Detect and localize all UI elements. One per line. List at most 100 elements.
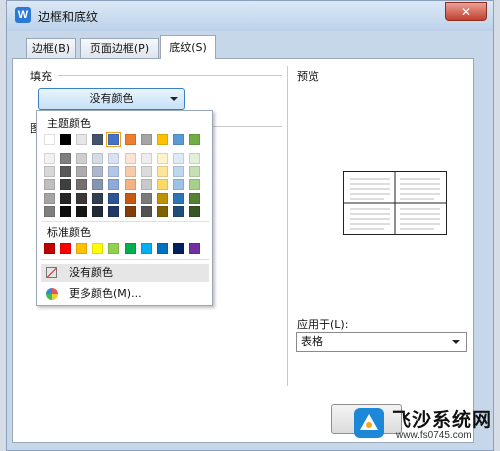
theme-shade-swatch[interactable] bbox=[60, 166, 72, 178]
theme-shade-swatch[interactable] bbox=[44, 166, 55, 178]
standard-color-swatch[interactable] bbox=[124, 243, 136, 254]
theme-shade-swatch[interactable] bbox=[172, 179, 184, 191]
more-colors-option[interactable]: 更多颜色(M)... bbox=[41, 285, 209, 303]
theme-shade-swatch[interactable] bbox=[76, 205, 88, 217]
theme-shade-swatch[interactable] bbox=[92, 179, 104, 191]
theme-shade-swatch[interactable] bbox=[44, 153, 55, 164]
theme-shade-swatch[interactable] bbox=[92, 166, 104, 178]
theme-shade-swatch[interactable] bbox=[140, 179, 152, 191]
dialog-title: 边框和底纹 bbox=[38, 10, 99, 24]
watermark-logo-icon bbox=[354, 408, 384, 438]
tab-borders[interactable]: 边框(B) bbox=[26, 38, 76, 59]
app-logo-icon: W bbox=[15, 7, 31, 23]
theme-shade-swatch[interactable] bbox=[172, 166, 184, 178]
theme-color-swatch[interactable] bbox=[188, 134, 200, 145]
theme-shade-swatch[interactable] bbox=[108, 166, 120, 178]
standard-colors-label: 标准颜色 bbox=[47, 226, 91, 239]
apply-to-value: 表格 bbox=[301, 335, 323, 348]
preview-label: 预览 bbox=[297, 70, 319, 83]
theme-shade-swatch[interactable] bbox=[44, 205, 55, 217]
theme-shade-swatch[interactable] bbox=[76, 192, 88, 204]
theme-shade-swatch[interactable] bbox=[108, 179, 120, 191]
color-wheel-icon bbox=[46, 288, 58, 300]
preview-table bbox=[343, 171, 447, 235]
tab-shading[interactable]: 底纹(S) bbox=[160, 35, 216, 59]
fill-color-dropdown[interactable]: 没有颜色 bbox=[38, 88, 185, 110]
theme-shade-swatch[interactable] bbox=[76, 166, 88, 178]
fill-divider bbox=[58, 75, 282, 76]
theme-shade-swatch[interactable] bbox=[172, 153, 184, 164]
theme-shade-swatch[interactable] bbox=[124, 192, 136, 204]
theme-shade-swatch[interactable] bbox=[60, 179, 72, 191]
theme-shade-swatch[interactable] bbox=[188, 153, 200, 164]
theme-shade-swatch[interactable] bbox=[60, 192, 72, 204]
tab-page-borders[interactable]: 页面边框(P) bbox=[80, 38, 159, 59]
theme-shade-swatch[interactable] bbox=[140, 166, 152, 178]
standard-color-swatch[interactable] bbox=[156, 243, 168, 254]
theme-color-swatch[interactable] bbox=[106, 132, 122, 147]
theme-shade-swatch[interactable] bbox=[108, 192, 120, 204]
theme-shade-swatch[interactable] bbox=[140, 205, 152, 217]
theme-color-swatch[interactable] bbox=[172, 134, 184, 145]
no-color-label: 没有颜色 bbox=[69, 266, 113, 279]
theme-color-swatch[interactable] bbox=[124, 134, 136, 145]
theme-color-swatch[interactable] bbox=[76, 134, 88, 145]
close-button[interactable]: ✕ bbox=[445, 2, 487, 21]
fill-dropdown-value: 没有颜色 bbox=[89, 92, 134, 105]
theme-shade-swatch[interactable] bbox=[92, 153, 104, 164]
theme-shade-swatch[interactable] bbox=[140, 153, 152, 164]
theme-shade-swatch[interactable] bbox=[188, 166, 200, 178]
theme-shade-swatch[interactable] bbox=[156, 153, 168, 164]
theme-shade-swatch[interactable] bbox=[172, 192, 184, 204]
standard-color-swatch[interactable] bbox=[60, 243, 72, 254]
apply-to-label: 应用于(L): bbox=[297, 318, 349, 331]
theme-shade-swatch[interactable] bbox=[108, 205, 120, 217]
vertical-divider bbox=[287, 66, 288, 386]
theme-shade-swatch[interactable] bbox=[188, 179, 200, 191]
theme-shade-swatch[interactable] bbox=[76, 179, 88, 191]
theme-color-swatch[interactable] bbox=[92, 134, 104, 145]
popup-divider bbox=[41, 221, 209, 222]
theme-shade-swatch[interactable] bbox=[140, 192, 152, 204]
pattern-divider bbox=[212, 126, 282, 127]
watermark: 飞沙系统网 www.fs0745.com bbox=[352, 402, 492, 448]
theme-shade-swatch[interactable] bbox=[92, 205, 104, 217]
theme-shade-swatch[interactable] bbox=[76, 153, 88, 164]
theme-shade-swatch[interactable] bbox=[172, 205, 184, 217]
theme-shade-swatch[interactable] bbox=[92, 192, 104, 204]
fill-section-label: 填充 bbox=[30, 70, 52, 83]
no-color-option[interactable]: 没有颜色 bbox=[41, 264, 209, 282]
theme-shade-swatch[interactable] bbox=[156, 205, 168, 217]
theme-shade-swatch[interactable] bbox=[188, 192, 200, 204]
watermark-url: www.fs0745.com bbox=[396, 430, 472, 441]
theme-shade-swatch[interactable] bbox=[108, 153, 120, 164]
theme-color-swatch[interactable] bbox=[60, 134, 72, 145]
theme-shade-swatch[interactable] bbox=[156, 179, 168, 191]
standard-color-swatch[interactable] bbox=[108, 243, 120, 254]
theme-shade-swatch[interactable] bbox=[44, 179, 55, 191]
theme-shade-swatch[interactable] bbox=[124, 205, 136, 217]
theme-shade-swatch[interactable] bbox=[156, 192, 168, 204]
apply-to-select[interactable]: 表格 bbox=[296, 332, 467, 352]
theme-shade-swatch[interactable] bbox=[44, 192, 55, 204]
theme-shade-swatch[interactable] bbox=[60, 205, 72, 217]
title-bar[interactable]: W 边框和底纹 ✕ bbox=[7, 1, 493, 31]
theme-shade-swatch[interactable] bbox=[188, 205, 200, 217]
theme-shade-swatch[interactable] bbox=[60, 153, 72, 164]
chevron-down-icon bbox=[170, 97, 178, 101]
theme-color-swatch[interactable] bbox=[140, 134, 152, 145]
theme-color-swatch[interactable] bbox=[156, 134, 168, 145]
standard-color-swatch[interactable] bbox=[92, 243, 104, 254]
theme-shade-swatch[interactable] bbox=[124, 179, 136, 191]
theme-shade-swatch[interactable] bbox=[124, 153, 136, 164]
standard-color-swatch[interactable] bbox=[76, 243, 88, 254]
theme-color-swatch[interactable] bbox=[44, 134, 55, 145]
standard-color-swatch[interactable] bbox=[140, 243, 152, 254]
more-colors-label: 更多颜色(M)... bbox=[69, 287, 142, 300]
theme-shade-swatch[interactable] bbox=[124, 166, 136, 178]
standard-color-swatch[interactable] bbox=[44, 243, 55, 254]
chevron-down-icon bbox=[452, 340, 460, 344]
theme-shade-swatch[interactable] bbox=[156, 166, 168, 178]
standard-color-swatch[interactable] bbox=[188, 243, 200, 254]
standard-color-swatch[interactable] bbox=[172, 243, 184, 254]
